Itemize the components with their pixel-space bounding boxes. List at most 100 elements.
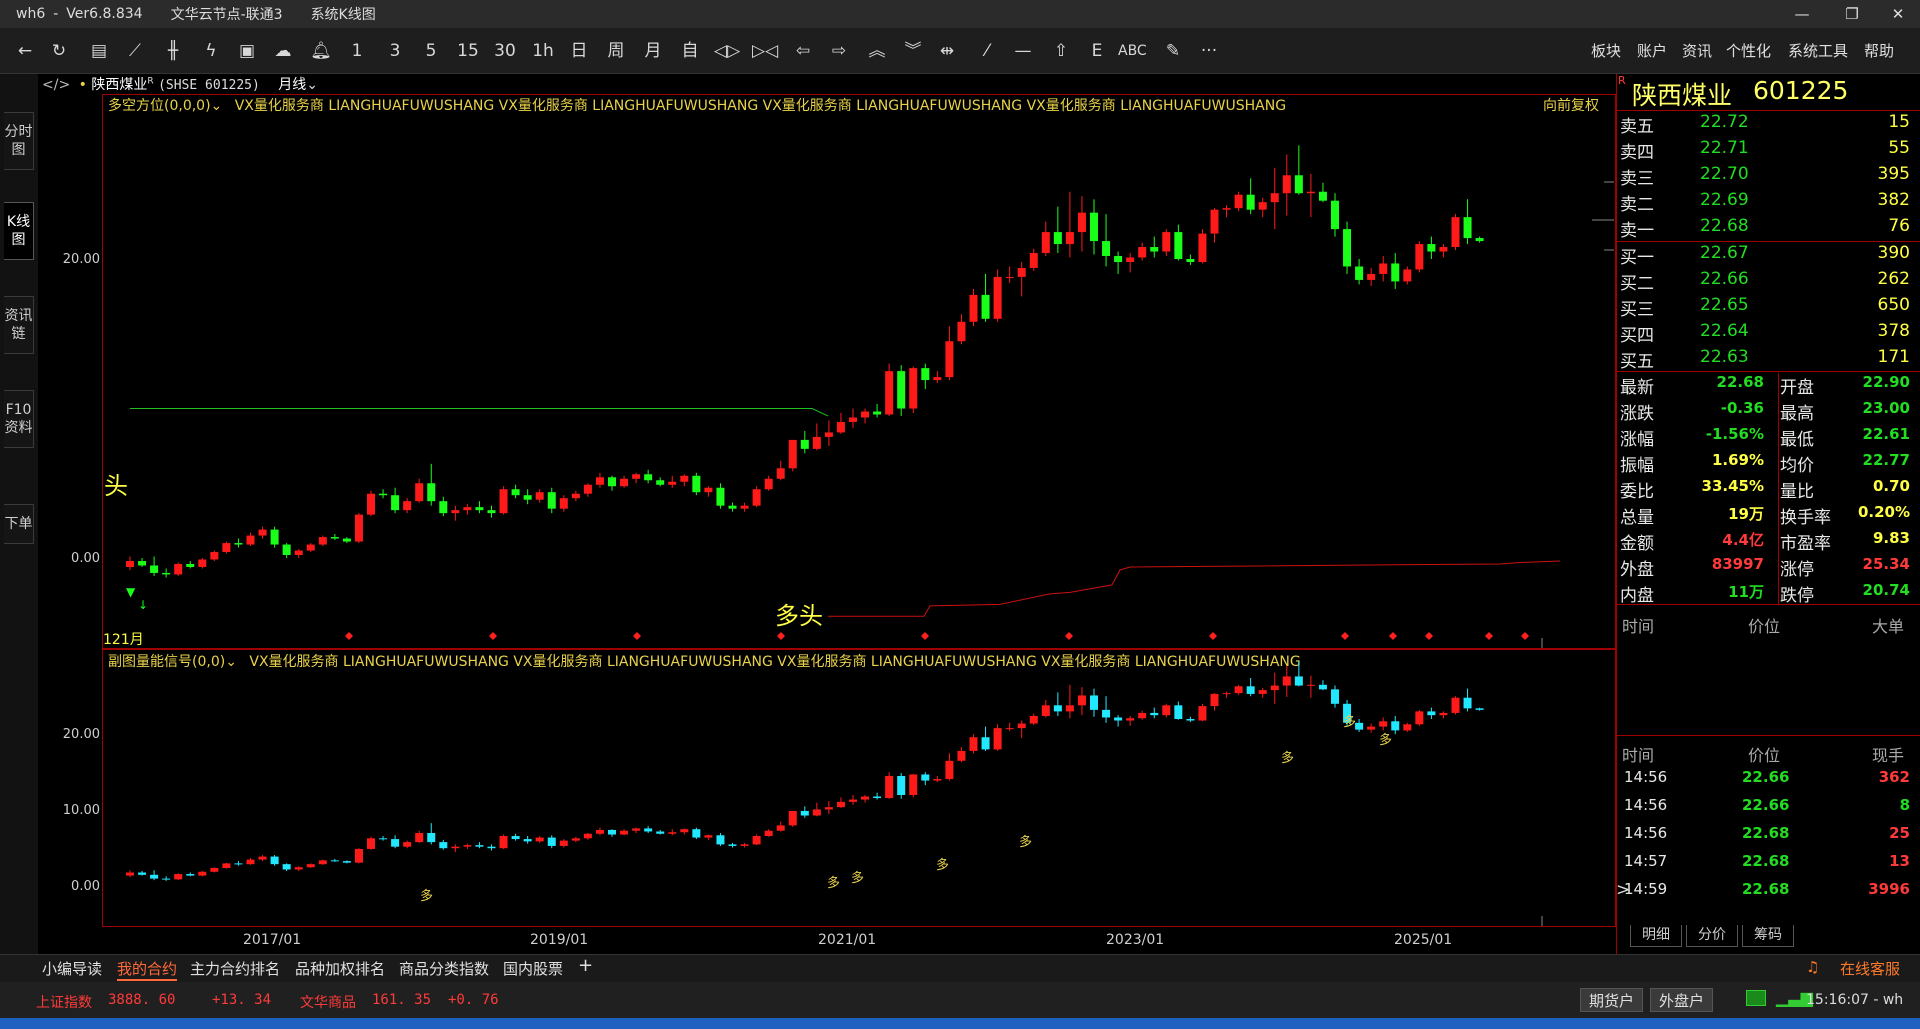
sub-candle-body: [1077, 695, 1086, 706]
ask-row[interactable]: 卖三 22.70 395: [1620, 164, 1916, 190]
candle-body: [1090, 212, 1098, 242]
signal-diamond: [489, 632, 497, 640]
sub-candle-body: [1005, 728, 1014, 730]
add-tab-button[interactable]: +: [578, 955, 593, 976]
index1-value: 3888. 60: [108, 992, 176, 1008]
bid-row[interactable]: 买一 22.67 390: [1620, 243, 1916, 269]
btab-weighted-rank[interactable]: 品种加权排名: [295, 958, 385, 979]
restore-button[interactable]: ❐: [1832, 0, 1872, 28]
btab-editor-guide[interactable]: 小编导读: [42, 958, 102, 979]
sub-candle-body: [1258, 690, 1267, 694]
index2-name[interactable]: 文华商品: [300, 992, 356, 1012]
index2-change: +0. 76: [448, 992, 499, 1008]
bid-row[interactable]: 买四 22.64 378: [1620, 321, 1916, 347]
bid-row[interactable]: 买三 22.65 650: [1620, 295, 1916, 321]
candle-body: [367, 493, 375, 515]
sub-candle-body: [1041, 705, 1050, 716]
up-arrow-icon: ▼: [126, 585, 136, 599]
stat-label: 跌停: [1780, 586, 1814, 606]
candle-body: [427, 483, 436, 502]
online-service-link[interactable]: 在线客服: [1840, 958, 1900, 979]
stat-label: 涨跌: [1620, 404, 1654, 424]
level-label: 卖五: [1620, 117, 1654, 137]
ask-row[interactable]: 卖四 22.71 55: [1620, 138, 1916, 164]
sub-candle-body: [427, 833, 436, 843]
stat-value: -1.56%: [1705, 425, 1764, 443]
status-bar: 上证指数 3888. 60 +13. 34 文华商品 161. 35 +0. 7…: [0, 982, 1920, 1018]
signal-diamond: [1341, 632, 1349, 640]
sub-candle-body: [981, 737, 990, 750]
stat-label: 涨幅: [1620, 430, 1654, 450]
sub-candle-body: [1198, 706, 1207, 721]
stat-value: 19万: [1728, 505, 1764, 523]
bid-row[interactable]: 买五 22.63 171: [1620, 347, 1916, 373]
tab-chips[interactable]: 筹码: [1742, 925, 1794, 947]
level-price: 22.70: [1700, 164, 1749, 184]
candle-body: [1246, 194, 1255, 210]
index1-change: +13. 34: [212, 992, 272, 1008]
sub-candle-body: [1029, 715, 1038, 724]
candle-body: [1270, 193, 1279, 203]
sub-candle-body: [391, 839, 400, 847]
futures-account-button[interactable]: 期货户: [1580, 988, 1644, 1012]
minimize-button[interactable]: —: [1782, 0, 1822, 28]
candle-body: [885, 371, 894, 415]
menu-system-tools[interactable]: 系统工具: [1788, 36, 1848, 66]
sub-candle-body: [1270, 685, 1279, 691]
connection-icon[interactable]: [1746, 990, 1766, 1006]
sub-candle-body: [367, 838, 375, 849]
btab-commodity-index[interactable]: 商品分类指数: [399, 958, 489, 979]
sub-candle-body: [535, 837, 544, 842]
candle-body: [535, 492, 544, 500]
close-button[interactable]: ✕: [1878, 0, 1918, 28]
sub-candle-body: [1246, 686, 1255, 694]
bid-row[interactable]: 买二 22.66 262: [1620, 269, 1916, 295]
menu-account[interactable]: 账户: [1637, 36, 1667, 66]
menu-help[interactable]: 帮助: [1864, 36, 1894, 66]
sub-candle-body: [150, 874, 159, 879]
candle-body: [1041, 232, 1050, 254]
ask-row[interactable]: 卖二 22.69 382: [1620, 190, 1916, 216]
index1-name[interactable]: 上证指数: [36, 992, 92, 1012]
sub-candle-body: [849, 799, 857, 802]
sub-candle-body: [282, 864, 291, 870]
sub-candle-body: [294, 867, 303, 870]
sub-candle-body: [752, 836, 761, 845]
sub-candle-body: [921, 774, 930, 781]
up-arrow-icon: ↓: [138, 598, 148, 612]
candle-body: [1367, 273, 1376, 280]
btab-my-contracts[interactable]: 我的合约: [117, 958, 178, 981]
external-account-button[interactable]: 外盘户: [1650, 988, 1714, 1012]
sub-signal-label: 多: [420, 888, 433, 904]
ask-row[interactable]: 卖五 22.72 15: [1620, 112, 1916, 138]
stat-value: 0.20%: [1857, 503, 1910, 521]
candle-body: [126, 560, 134, 567]
btab-domestic-stocks[interactable]: 国内股票: [503, 958, 563, 979]
btab-main-contract-rank[interactable]: 主力合约排名: [190, 958, 280, 979]
tab-price-dist[interactable]: 分价: [1686, 925, 1738, 947]
candle-body: [1415, 244, 1424, 270]
sub-candle-body: [318, 860, 327, 865]
menu-personalize[interactable]: 个性化: [1726, 36, 1771, 66]
level-price: 22.66: [1700, 269, 1749, 289]
sub-candle-body: [354, 848, 363, 863]
stat-label: 最低: [1780, 430, 1814, 450]
headset-icon[interactable]: ♫: [1806, 958, 1819, 976]
stat-row: 外盘 83997 涨停 25.34: [1620, 555, 1916, 581]
sub-candle-body: [475, 845, 484, 847]
stat-value: -0.36: [1720, 399, 1764, 417]
stat-value: 4.4亿: [1722, 531, 1764, 549]
sub-candle-body: [680, 829, 689, 833]
sub-candle-body: [1162, 705, 1171, 716]
candle-body: [294, 550, 303, 556]
tab-detail[interactable]: 明细: [1630, 925, 1682, 947]
level-volume: 395: [1877, 164, 1910, 184]
ask-row[interactable]: 卖一 22.68 76: [1620, 216, 1916, 242]
sub-candle-body: [234, 863, 243, 865]
candle-body: [439, 501, 448, 514]
candle-body: [680, 475, 689, 482]
kline-chart[interactable]: 多多 多多多多多多▼↓: [0, 0, 1616, 954]
menu-news[interactable]: 资讯: [1682, 36, 1712, 66]
candle-body: [824, 432, 833, 437]
sub-candle-body: [692, 829, 701, 838]
